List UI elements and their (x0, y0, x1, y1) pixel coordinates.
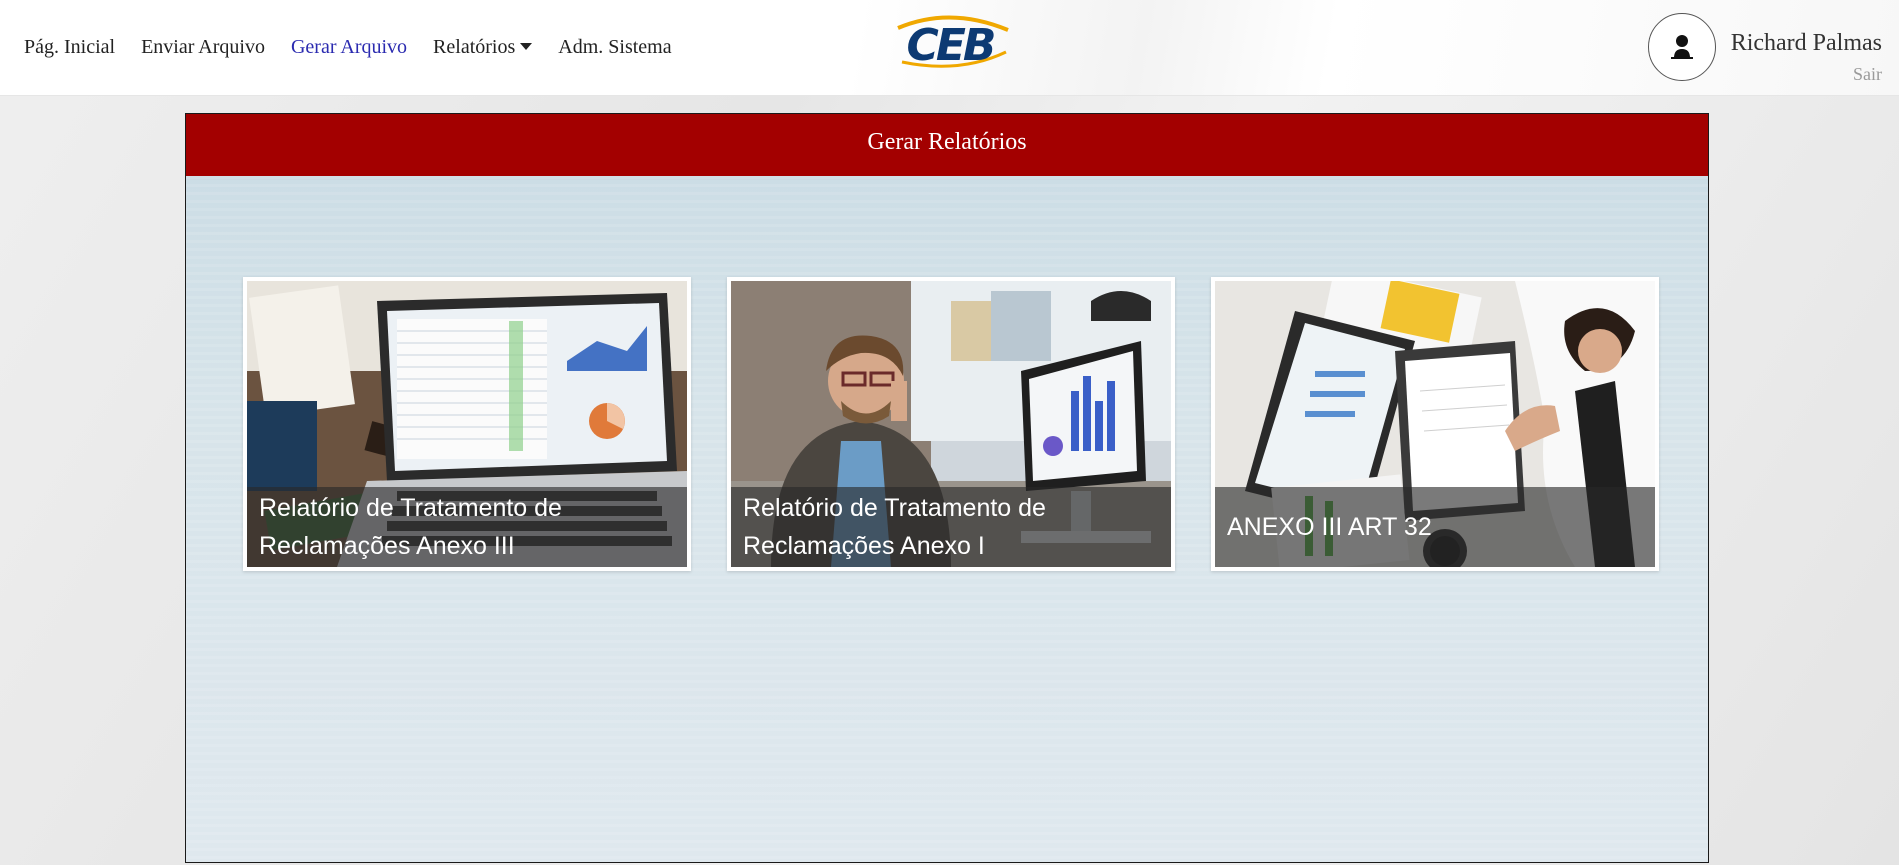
logo-wordmark: CEB (907, 20, 994, 71)
report-card-anexo-iii-art-32[interactable]: ANEXO III ART 32 (1211, 277, 1659, 571)
user-avatar[interactable] (1648, 13, 1716, 81)
card-caption: Relatório de Tratamento de Reclamações A… (247, 487, 687, 567)
main-nav: Pág. Inicial Enviar Arquivo Gerar Arquiv… (24, 36, 698, 59)
ceb-logo[interactable]: CEB (880, 8, 1020, 76)
top-navbar: Pág. Inicial Enviar Arquivo Gerar Arquiv… (0, 0, 1899, 96)
report-card-anexo-iii[interactable]: Relatório de Tratamento de Reclamações A… (243, 277, 691, 571)
nav-send-file[interactable]: Enviar Arquivo (141, 36, 265, 59)
panel-title: Gerar Relatórios (186, 114, 1708, 176)
user-name: Richard Palmas (1730, 30, 1882, 56)
logout-link[interactable]: Sair (1853, 64, 1882, 85)
nav-reports-label: Relatórios (433, 36, 516, 58)
nav-reports-dropdown[interactable]: Relatórios (433, 36, 533, 59)
card-caption: Relatório de Tratamento de Reclamações A… (731, 487, 1171, 567)
card-caption: ANEXO III ART 32 (1215, 487, 1655, 567)
reports-panel: Gerar Relatórios Relatório de Tratamento… (185, 113, 1709, 863)
caret-down-icon (520, 43, 533, 50)
nav-generate-file[interactable]: Gerar Arquivo (291, 36, 407, 59)
nav-home[interactable]: Pág. Inicial (24, 36, 115, 59)
report-card-anexo-i[interactable]: Relatório de Tratamento de Reclamações A… (727, 277, 1175, 571)
user-pin-icon (1671, 35, 1693, 59)
nav-system-admin[interactable]: Adm. Sistema (558, 36, 671, 59)
